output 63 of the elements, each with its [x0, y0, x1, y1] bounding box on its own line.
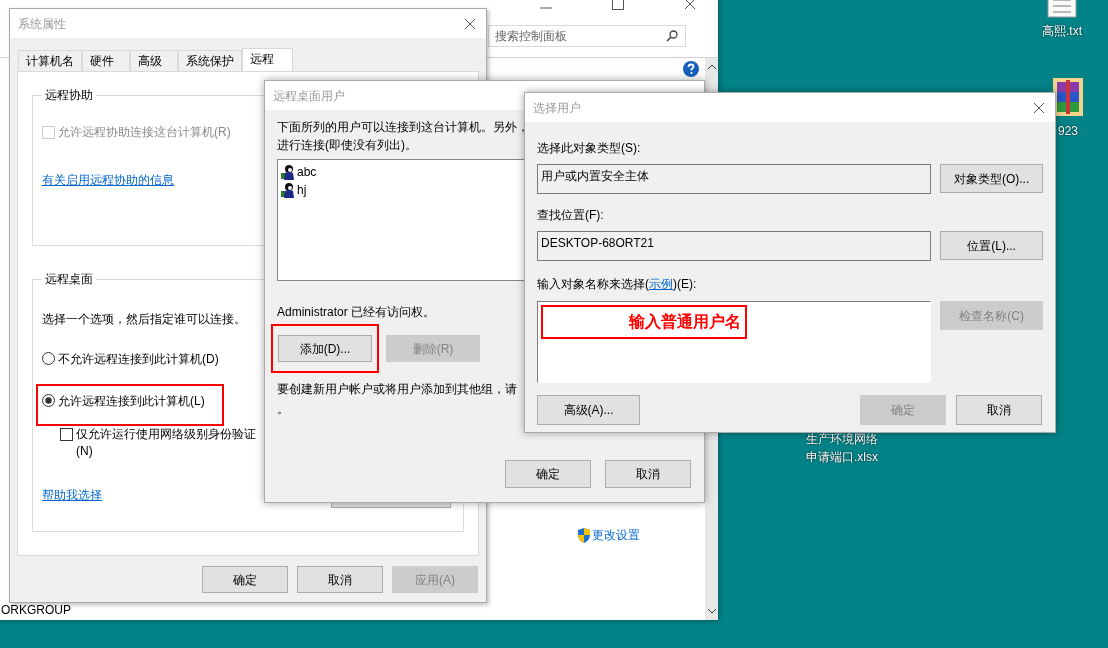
search-icon[interactable] — [666, 30, 678, 42]
description-text: 下面所列的用户可以连接到这台计算机。另外， — [277, 119, 529, 136]
desktop-icon-label[interactable]: 高熙.txt — [1042, 22, 1082, 40]
search-field[interactable]: 搜索控制面板 — [488, 25, 686, 47]
tab[interactable]: 计算机名 — [18, 50, 82, 71]
tab[interactable]: 远程 — [242, 48, 293, 71]
admin-note: Administrator 已经有访问权。 — [277, 304, 437, 321]
instruction-text: 选择一个选项，然后指定谁可以连接。 — [42, 312, 246, 326]
dialog-button[interactable]: 位置(L)... — [940, 231, 1043, 260]
user-icon — [280, 182, 296, 198]
description-text: 进行连接(即使没有列出)。 — [277, 137, 417, 154]
help-icon[interactable] — [683, 61, 699, 77]
info-link[interactable]: 有关启用远程协助的信息 — [42, 173, 174, 187]
dialog-button[interactable]: 确定 — [505, 460, 591, 488]
tab[interactable]: 系统保护 — [178, 50, 242, 71]
dialog-button[interactable]: 取消 — [605, 460, 691, 488]
user-name[interactable]: hj — [297, 181, 307, 199]
desktop-icon-label[interactable]: 923 — [1058, 122, 1078, 140]
dialog-button[interactable]: 取消 — [956, 395, 1042, 425]
radio-label[interactable]: 不允许远程连接到此计算机(D) — [58, 352, 219, 366]
checkbox-label: 允许远程协助连接这台计算机(R) — [58, 124, 231, 141]
readonly-field: DESKTOP-68ORT21 — [537, 231, 932, 261]
checkbox-label: (N) — [76, 443, 94, 460]
user-name[interactable]: abc — [297, 163, 317, 181]
dialog-button[interactable]: 对象类型(O)... — [940, 164, 1043, 193]
dialog-button[interactable]: 高级(A)... — [537, 395, 640, 425]
maximize-icon[interactable] — [612, 0, 624, 10]
scroll-down-icon[interactable] — [707, 609, 716, 614]
field-label: 输入对象名称来选择(示例)(E): — [537, 276, 698, 293]
close-icon[interactable] — [1033, 101, 1045, 114]
readonly-field: 用户或内置安全主体 — [537, 164, 932, 194]
window-title: 远程桌面用户 — [273, 87, 345, 105]
dialog-button[interactable]: 取消 — [297, 566, 383, 593]
dialog-button[interactable]: 添加(D)... — [278, 335, 372, 362]
desktop-icon-label[interactable]: 生产环境网络 — [806, 430, 878, 448]
window-title: 选择用户 — [533, 99, 581, 117]
change-settings-link[interactable]: 更改设置 — [592, 526, 640, 544]
archive-icon[interactable] — [1051, 76, 1085, 118]
tab[interactable]: 高级 — [130, 50, 178, 71]
radio-button[interactable] — [42, 352, 55, 365]
field-label: 选择此对象类型(S): — [537, 140, 642, 157]
desktop-icon-label[interactable]: 申请端口.xlsx — [806, 448, 878, 466]
radio-button[interactable] — [42, 394, 55, 407]
checkbox-label: 仅允许运行使用网络级别身份验证 — [76, 426, 256, 443]
footer-text: 。 — [277, 401, 289, 418]
tab[interactable]: 硬件 — [82, 50, 130, 71]
help-link[interactable]: 帮助我选择 — [42, 486, 102, 504]
user-icon — [280, 164, 296, 180]
footer-text: 要创建新用户帐户或将用户添加到其他组，请 — [277, 381, 517, 398]
window-title: 系统属性 — [18, 15, 66, 33]
names-field[interactable]: 输入普通用户名 — [537, 301, 932, 383]
close-icon[interactable] — [684, 0, 696, 10]
group-title: 远程协助 — [44, 87, 94, 104]
scroll-up-icon[interactable] — [707, 64, 716, 69]
shield-icon — [577, 527, 591, 543]
checkbox[interactable] — [60, 428, 73, 441]
field-label: 查找位置(F): — [537, 207, 605, 224]
group-title: 远程桌面 — [44, 271, 94, 288]
close-icon[interactable] — [464, 17, 476, 30]
dialog-button[interactable]: 确定 — [202, 566, 288, 593]
annotation-text: 输入普通用户名 — [629, 312, 741, 332]
example-link[interactable]: 示例 — [649, 277, 673, 291]
workgroup-text: ORKGROUP — [1, 602, 71, 619]
